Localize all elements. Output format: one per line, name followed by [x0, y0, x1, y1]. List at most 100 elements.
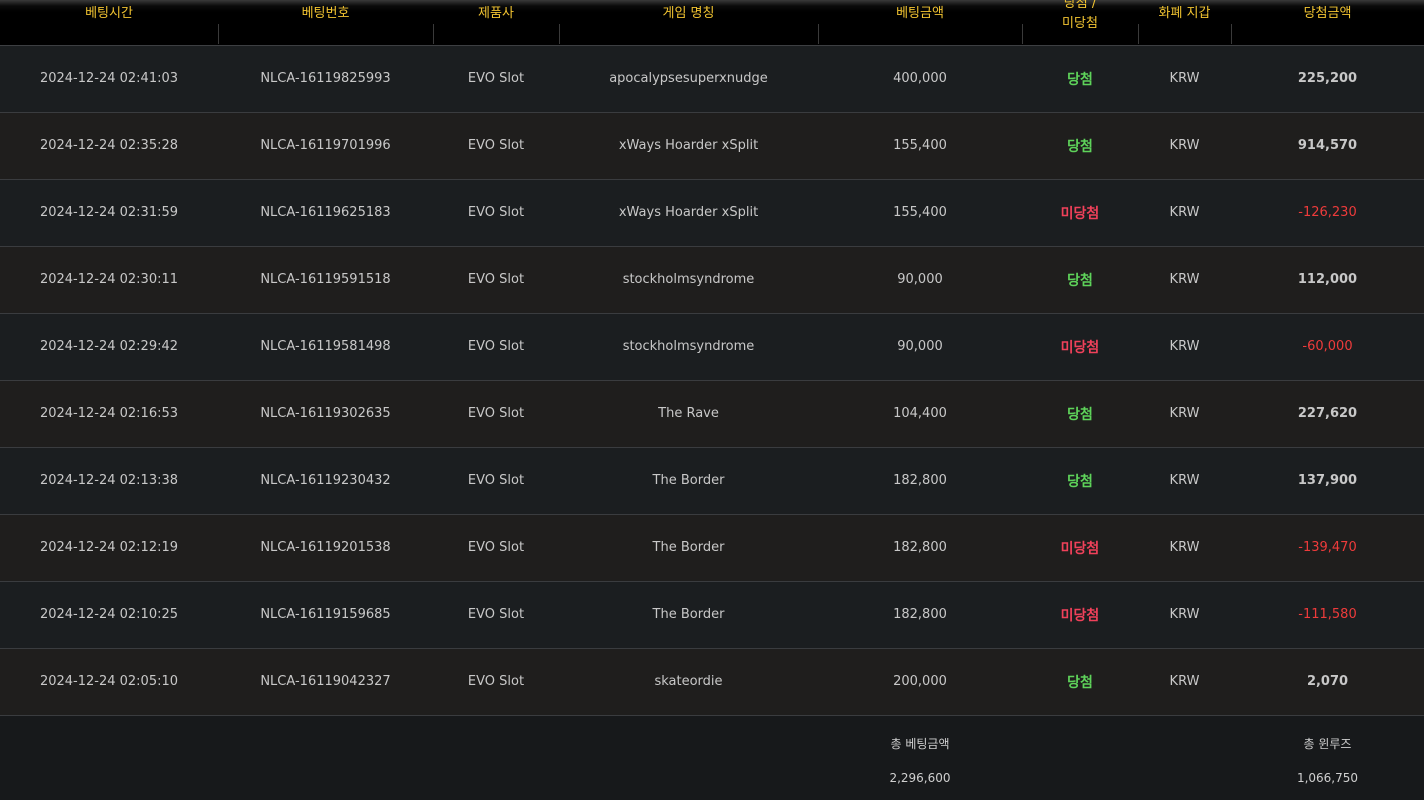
header-separator	[559, 24, 560, 44]
table-body: 2024-12-24 02:41:03 NLCA-16119825993 EVO S…	[0, 45, 1424, 716]
summary-value-row: 2,296,600 1,066,750	[0, 771, 1424, 799]
header-separator	[1022, 24, 1023, 44]
table-row: 2024-12-24 02:30:11 NLCA-16119591518 EVO S…	[0, 246, 1424, 314]
result-cell: 미당첨	[1022, 514, 1138, 582]
result-cell: 당첨	[1022, 246, 1138, 314]
bet-time-cell: 2024-12-24 02:41:03	[0, 45, 218, 113]
currency-cell: KRW	[1138, 45, 1231, 113]
bet-id-cell: NLCA-16119625183	[218, 179, 433, 247]
bet-time-cell: 2024-12-24 02:05:10	[0, 648, 218, 716]
bet-amount-cell: 200,000	[818, 648, 1022, 716]
provider-cell: EVO Slot	[433, 112, 559, 180]
win-amount-cell: -60,000	[1231, 313, 1424, 381]
currency-cell: KRW	[1138, 514, 1231, 582]
table-row: 2024-12-24 02:31:59 NLCA-16119625183 EVO S…	[0, 179, 1424, 247]
bet-time-cell: 2024-12-24 02:30:11	[0, 246, 218, 314]
table-row: 2024-12-24 02:12:19 NLCA-16119201538 EVO S…	[0, 514, 1424, 582]
bet-amount-cell: 155,400	[818, 179, 1022, 247]
currency-cell: KRW	[1138, 313, 1231, 381]
currency-cell: KRW	[1138, 246, 1231, 314]
result-cell: 당첨	[1022, 45, 1138, 113]
provider-cell: EVO Slot	[433, 313, 559, 381]
header-separator	[818, 24, 819, 44]
bet-time-cell: 2024-12-24 02:12:19	[0, 514, 218, 582]
header-bet-time: 베팅시간	[0, 0, 218, 46]
header-separator	[433, 24, 434, 44]
bet-time-cell: 2024-12-24 02:16:53	[0, 380, 218, 448]
provider-cell: EVO Slot	[433, 45, 559, 113]
header-bet-id: 베팅번호	[218, 0, 433, 46]
result-cell: 당첨	[1022, 112, 1138, 180]
bet-time-cell: 2024-12-24 02:29:42	[0, 313, 218, 381]
table-header: 베팅시간 베팅번호 제품사 게임 명칭 베팅금액 당첨 / 미당첨 화폐 지갑 …	[0, 0, 1424, 46]
bet-id-cell: NLCA-16119201538	[218, 514, 433, 582]
game-name-cell: The Border	[559, 447, 818, 515]
bet-amount-cell: 155,400	[818, 112, 1022, 180]
bet-amount-cell: 90,000	[818, 313, 1022, 381]
win-amount-cell: 112,000	[1231, 246, 1424, 314]
header-result-line2: 미당첨	[1062, 16, 1098, 31]
win-amount-cell: 2,070	[1231, 648, 1424, 716]
win-amount-cell: -126,230	[1231, 179, 1424, 247]
header-game-name: 게임 명칭	[559, 0, 818, 46]
header-separator	[1231, 24, 1232, 44]
result-cell: 미당첨	[1022, 313, 1138, 381]
game-name-cell: The Rave	[559, 380, 818, 448]
game-name-cell: stockholmsyndrome	[559, 246, 818, 314]
bet-amount-cell: 182,800	[818, 447, 1022, 515]
summary-label-row: 총 베팅금액 총 윈루즈	[0, 715, 1424, 771]
bet-amount-cell: 400,000	[818, 45, 1022, 113]
currency-cell: KRW	[1138, 179, 1231, 247]
table-row: 2024-12-24 02:41:03 NLCA-16119825993 EVO S…	[0, 45, 1424, 113]
bet-id-cell: NLCA-16119701996	[218, 112, 433, 180]
header-result: 당첨 / 미당첨	[1022, 0, 1138, 46]
bet-id-cell: NLCA-16119230432	[218, 447, 433, 515]
provider-cell: EVO Slot	[433, 514, 559, 582]
header-separator	[1138, 24, 1139, 44]
bet-time-cell: 2024-12-24 02:35:28	[0, 112, 218, 180]
game-name-cell: The Border	[559, 514, 818, 582]
bet-amount-cell: 90,000	[818, 246, 1022, 314]
header-bet-amount: 베팅금액	[818, 0, 1022, 46]
provider-cell: EVO Slot	[433, 380, 559, 448]
table-row: 2024-12-24 02:13:38 NLCA-16119230432 EVO S…	[0, 447, 1424, 515]
currency-cell: KRW	[1138, 112, 1231, 180]
bet-id-cell: NLCA-16119591518	[218, 246, 433, 314]
game-name-cell: The Border	[559, 581, 818, 649]
currency-cell: KRW	[1138, 380, 1231, 448]
result-cell: 당첨	[1022, 447, 1138, 515]
table-row: 2024-12-24 02:35:28 NLCA-16119701996 EVO S…	[0, 112, 1424, 180]
win-amount-cell: -111,580	[1231, 581, 1424, 649]
total-bet-label: 총 베팅금액	[890, 736, 950, 751]
win-amount-cell: 137,900	[1231, 447, 1424, 515]
bet-amount-cell: 104,400	[818, 380, 1022, 448]
table-row: 2024-12-24 02:29:42 NLCA-16119581498 EVO S…	[0, 313, 1424, 381]
provider-cell: EVO Slot	[433, 648, 559, 716]
game-name-cell: xWays Hoarder xSplit	[559, 179, 818, 247]
bet-id-cell: NLCA-16119581498	[218, 313, 433, 381]
provider-cell: EVO Slot	[433, 179, 559, 247]
header-currency-wallet: 화폐 지갑	[1138, 0, 1231, 46]
header-separator	[218, 24, 219, 44]
bet-id-cell: NLCA-16119159685	[218, 581, 433, 649]
win-amount-cell: 914,570	[1231, 112, 1424, 180]
result-cell: 당첨	[1022, 648, 1138, 716]
currency-cell: KRW	[1138, 581, 1231, 649]
bet-time-cell: 2024-12-24 02:31:59	[0, 179, 218, 247]
bet-id-cell: NLCA-16119302635	[218, 380, 433, 448]
header-win-amount: 당첨금액	[1231, 0, 1424, 46]
provider-cell: EVO Slot	[433, 447, 559, 515]
header-provider: 제품사	[433, 0, 559, 46]
total-rolling-label: 총 윈루즈	[1303, 736, 1352, 751]
win-amount-cell: -139,470	[1231, 514, 1424, 582]
table-row: 2024-12-24 02:05:10 NLCA-16119042327 EVO S…	[0, 648, 1424, 716]
game-name-cell: xWays Hoarder xSplit	[559, 112, 818, 180]
win-amount-cell: 225,200	[1231, 45, 1424, 113]
table-summary: 총 베팅금액 총 윈루즈 2,296,600 1,066,750	[0, 715, 1424, 799]
header-result-line1: 당첨 /	[1063, 0, 1097, 11]
currency-cell: KRW	[1138, 447, 1231, 515]
game-name-cell: apocalypsesuperxnudge	[559, 45, 818, 113]
result-cell: 당첨	[1022, 380, 1138, 448]
game-name-cell: stockholmsyndrome	[559, 313, 818, 381]
table-row: 2024-12-24 02:16:53 NLCA-16119302635 EVO S…	[0, 380, 1424, 448]
